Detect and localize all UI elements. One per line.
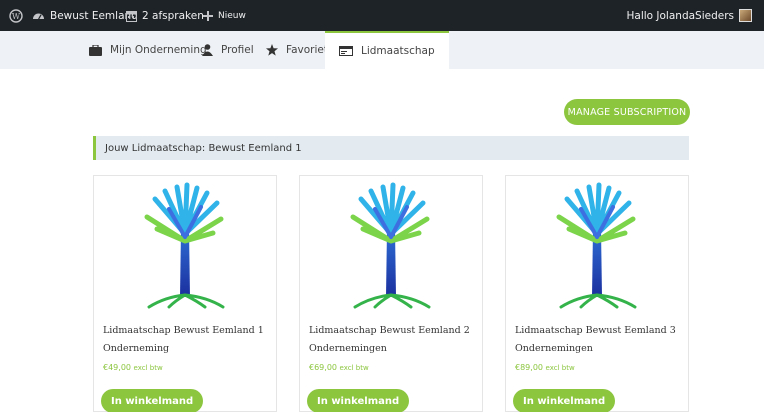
tab-label: Favoriet: [286, 44, 328, 56]
add-to-cart-button[interactable]: In winkelmand: [307, 389, 410, 412]
user-icon: [202, 44, 213, 56]
add-to-cart-button[interactable]: In winkelmand: [101, 389, 204, 412]
product-title[interactable]: Lidmaatschap Bewust Eemland 3 Ondernemin…: [515, 322, 683, 358]
tab-mijn-onderneming[interactable]: Mijn Onderneming: [89, 31, 207, 69]
price-suffix: excl btw: [133, 364, 163, 372]
product-card: Lidmaatschap Bewust Eemland 1 Ondernemin…: [93, 175, 277, 412]
tree-logo-image[interactable]: [94, 176, 276, 311]
briefcase-icon: [89, 44, 102, 56]
id-card-icon: [339, 46, 353, 56]
product-title[interactable]: Lidmaatschap Bewust Eemland 2 Ondernemin…: [309, 322, 477, 358]
tab-label: Lidmaatschap: [361, 45, 435, 57]
tree-logo-image[interactable]: [300, 176, 482, 311]
price-amount: €89,00: [515, 363, 543, 372]
add-to-cart-button[interactable]: In winkelmand: [513, 389, 616, 412]
product-price: €49,00 excl btw: [103, 363, 163, 372]
calendar-icon: [126, 10, 137, 22]
dashboard-icon: [33, 13, 44, 20]
admin-bar: W Bewust Eemland 2 afspraken Nieuw Hallo…: [0, 0, 764, 31]
tab-favoriet[interactable]: Favoriet: [266, 31, 328, 69]
appointments-count: 2 afspraken: [142, 9, 204, 22]
tab-lidmaatschap[interactable]: Lidmaatschap: [325, 31, 449, 69]
tree-logo-icon: [144, 182, 225, 308]
tab-label: Mijn Onderneming: [110, 44, 207, 56]
account-tabs: Mijn Onderneming Profiel Favoriet Lidmaa…: [0, 31, 764, 69]
price-amount: €69,00: [309, 363, 337, 372]
product-title[interactable]: Lidmaatschap Bewust Eemland 1 Ondernemin…: [103, 322, 271, 358]
plus-icon: [203, 10, 213, 21]
new-content-link[interactable]: Nieuw: [203, 0, 246, 31]
tree-logo-icon: [350, 182, 431, 308]
site-name: Bewust Eemland: [50, 9, 138, 22]
product-price: €69,00 excl btw: [309, 363, 369, 372]
tab-label: Profiel: [221, 44, 254, 56]
svg-text:W: W: [12, 12, 21, 21]
appointments-link[interactable]: 2 afspraken: [126, 0, 204, 31]
tree-logo-icon: [556, 182, 637, 308]
new-label: Nieuw: [218, 10, 246, 21]
star-icon: [266, 44, 278, 56]
avatar: [739, 9, 752, 22]
price-amount: €49,00: [103, 363, 131, 372]
price-suffix: excl btw: [545, 364, 575, 372]
product-card: Lidmaatschap Bewust Eemland 3 Ondernemin…: [505, 175, 689, 412]
price-suffix: excl btw: [339, 364, 369, 372]
greeting: Hallo JolandaSieders: [626, 9, 734, 22]
membership-banner: Jouw Lidmaatschap: Bewust Eemland 1: [93, 136, 689, 160]
manage-subscription-button[interactable]: MANAGE SUBSCRIPTION: [564, 99, 690, 125]
site-name-link[interactable]: Bewust Eemland: [32, 0, 138, 31]
tab-profiel[interactable]: Profiel: [202, 31, 254, 69]
product-price: €89,00 excl btw: [515, 363, 575, 372]
wordpress-logo-icon[interactable]: W: [9, 0, 23, 31]
account-menu[interactable]: Hallo JolandaSieders: [626, 0, 752, 31]
product-card: Lidmaatschap Bewust Eemland 2 Ondernemin…: [299, 175, 483, 412]
tree-logo-image[interactable]: [506, 176, 688, 311]
